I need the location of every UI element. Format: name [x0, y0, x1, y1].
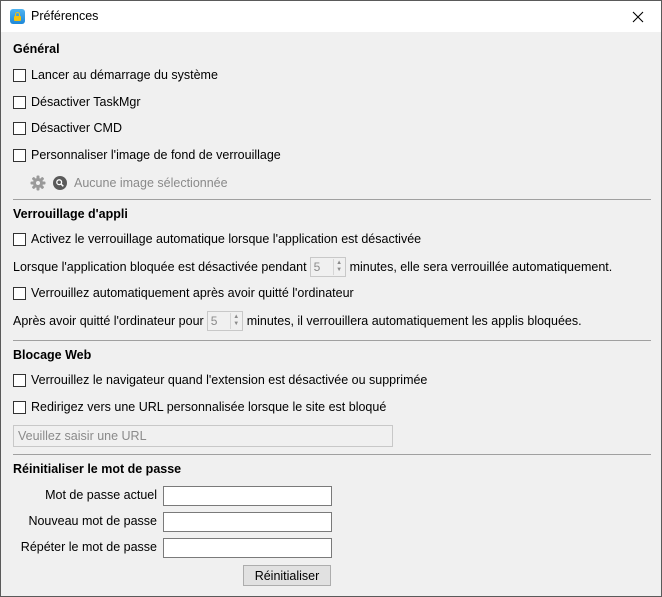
repeat-password-input[interactable] — [163, 538, 332, 558]
section-app-lock-title: Verrouillage d'appli — [13, 207, 128, 221]
new-password-input[interactable] — [163, 512, 332, 532]
section-divider — [13, 454, 651, 455]
chevron-up-icon[interactable]: ▲ — [336, 260, 342, 267]
current-password-input[interactable] — [163, 486, 332, 506]
checkbox-label: Activez le verrouillage automatique lors… — [31, 232, 422, 246]
checkbox-disable-taskmgr[interactable]: Désactiver TaskMgr — [13, 95, 141, 109]
close-icon — [632, 11, 644, 22]
checkbox-auto-lock-inactive[interactable]: Activez le verrouillage automatique lors… — [13, 232, 421, 246]
inactive-suffix-text: minutes, elle sera verrouillée automatiq… — [349, 260, 613, 274]
chevron-down-icon[interactable]: ▼ — [336, 267, 342, 274]
image-status-text: Aucune image sélectionnée — [74, 176, 228, 190]
current-password-label: Mot de passe actuel — [45, 488, 157, 502]
stepper-value[interactable]: 5 — [208, 314, 230, 328]
stepper-value[interactable]: 5 — [311, 260, 333, 274]
checkbox-label: Désactiver TaskMgr — [31, 95, 141, 109]
checkbox-label: Personnaliser l'image de fond de verroui… — [31, 148, 281, 162]
checkbox[interactable] — [13, 121, 26, 135]
inactive-prefix-text: Lorsque l'application bloquée est désact… — [13, 260, 307, 274]
reset-password-button[interactable]: Réinitialiser — [243, 565, 331, 586]
repeat-password-label: Répéter le mot de passe — [20, 540, 157, 554]
leave-minutes-row: Après avoir quitté l'ordinateur pour 5 ▲… — [13, 311, 582, 331]
section-password-reset-title: Réinitialiser le mot de passe — [13, 462, 182, 476]
checkbox[interactable] — [13, 286, 26, 300]
checkbox-lock-after-leaving[interactable]: Verrouillez automatiquement après avoir … — [13, 286, 354, 300]
checkbox[interactable] — [13, 95, 26, 109]
section-divider — [13, 199, 651, 200]
redirect-url-input[interactable] — [13, 425, 393, 447]
checkbox-label: Lancer au démarrage du système — [31, 68, 218, 82]
checkbox-label: Verrouillez le navigateur quand l'extens… — [31, 373, 428, 387]
window-title: Préférences — [31, 9, 99, 23]
image-selector-row: Aucune image sélectionnée — [30, 175, 228, 191]
checkbox-label: Désactiver CMD — [31, 121, 122, 135]
checkbox-label: Verrouillez automatiquement après avoir … — [31, 286, 354, 300]
preferences-window: Préférences Général Lancer au démarrage … — [0, 0, 662, 597]
chevron-down-icon[interactable]: ▼ — [233, 321, 239, 328]
new-password-label: Nouveau mot de passe — [28, 514, 157, 528]
lock-icon — [10, 9, 25, 24]
checkbox[interactable] — [13, 148, 26, 162]
inactive-minutes-stepper[interactable]: 5 ▲ ▼ — [309, 257, 346, 277]
checkbox-disable-cmd[interactable]: Désactiver CMD — [13, 121, 122, 135]
gear-icon[interactable] — [30, 175, 46, 191]
search-icon[interactable] — [53, 176, 67, 190]
checkbox-custom-lock-background[interactable]: Personnaliser l'image de fond de verroui… — [13, 148, 281, 162]
section-divider — [13, 340, 651, 341]
checkbox[interactable] — [13, 400, 26, 414]
checkbox-lock-browser[interactable]: Verrouillez le navigateur quand l'extens… — [13, 373, 427, 387]
title-bar: Préférences — [1, 1, 661, 32]
checkbox-label: Redirigez vers une URL personnalisée lor… — [31, 400, 387, 414]
checkbox[interactable] — [13, 232, 26, 246]
section-general-title: Général — [13, 42, 60, 56]
checkbox[interactable] — [13, 373, 26, 387]
stepper-arrows[interactable]: ▲ ▼ — [332, 259, 345, 275]
leave-prefix-text: Après avoir quitté l'ordinateur pour — [13, 314, 204, 328]
checkbox-redirect-url[interactable]: Redirigez vers une URL personnalisée lor… — [13, 400, 386, 414]
leave-minutes-stepper[interactable]: 5 ▲ ▼ — [206, 311, 243, 331]
section-web-block-title: Blocage Web — [13, 348, 92, 362]
checkbox[interactable] — [13, 68, 26, 82]
checkbox-launch-at-startup[interactable]: Lancer au démarrage du système — [13, 68, 218, 82]
chevron-up-icon[interactable]: ▲ — [233, 314, 239, 321]
inactive-minutes-row: Lorsque l'application bloquée est désact… — [13, 257, 612, 277]
leave-suffix-text: minutes, il verrouillera automatiquement… — [246, 314, 582, 328]
stepper-arrows[interactable]: ▲ ▼ — [229, 313, 242, 329]
close-button[interactable] — [615, 1, 661, 32]
